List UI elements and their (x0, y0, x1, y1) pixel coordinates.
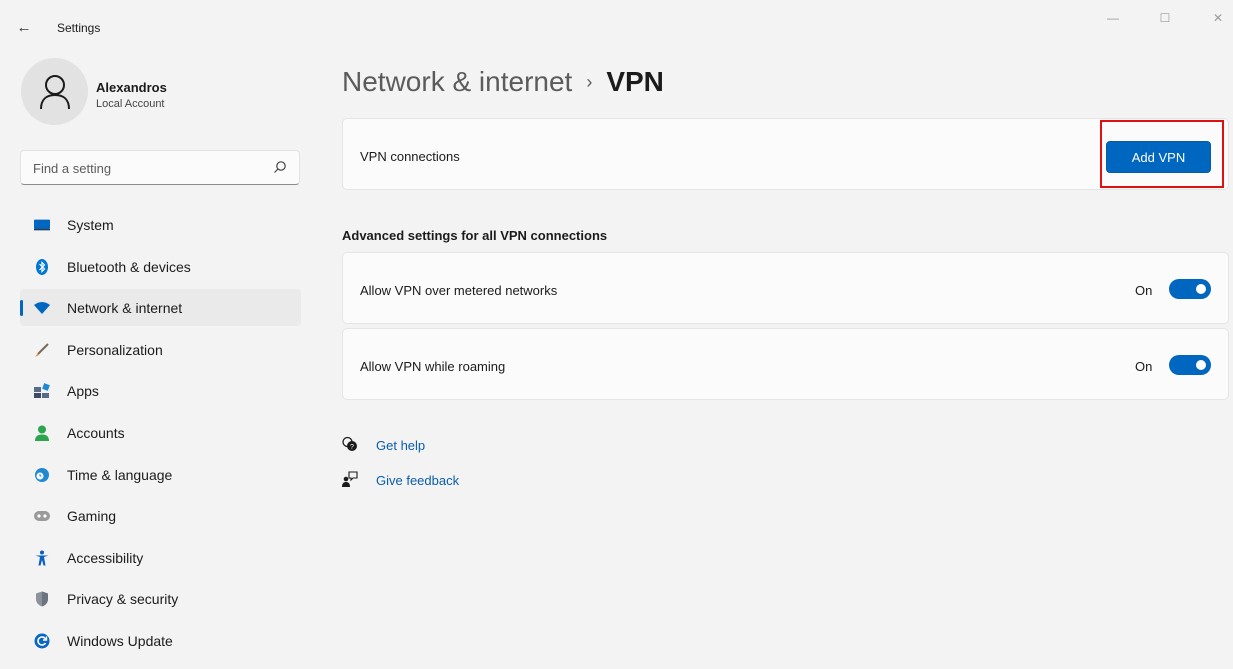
svg-text:?: ? (350, 444, 354, 451)
sidebar-item-label: Network & internet (67, 300, 183, 317)
user-icon (39, 74, 70, 109)
toggle-state-label: On (1135, 359, 1153, 374)
sidebar-item-label: Windows Update (67, 632, 173, 649)
sidebar-item-bluetooth[interactable]: Bluetooth & devices (20, 248, 301, 285)
roaming-label: Allow VPN while roaming (360, 359, 506, 374)
metered-networks-label: Allow VPN over metered networks (360, 283, 558, 298)
close-button[interactable]: ✕ (1203, 8, 1233, 28)
sidebar-nav: System Bluetooth & devices Network & int… (20, 206, 301, 664)
sidebar-item-label: System (67, 217, 114, 233)
app-title: Settings (57, 21, 101, 35)
sidebar-item-accessibility[interactable]: Accessibility (20, 539, 301, 576)
advanced-settings-heading: Advanced settings for all VPN connection… (342, 228, 608, 243)
minimize-button[interactable]: — (1098, 8, 1128, 28)
bluetooth-icon (34, 258, 50, 275)
sidebar-item-label: Accounts (67, 424, 125, 441)
sidebar-item-network[interactable]: Network & internet (20, 289, 301, 327)
sidebar-item-label: Bluetooth & devices (67, 258, 191, 275)
sidebar-item-privacy-security[interactable]: Privacy & security (20, 580, 301, 617)
back-arrow-icon: ← (16, 19, 32, 36)
sidebar-item-label: Gaming (67, 508, 117, 525)
sidebar-item-windows-update[interactable]: Windows Update (20, 622, 301, 659)
wifi-icon (34, 300, 50, 316)
search-icon[interactable] (273, 160, 287, 174)
get-help-label: Get help (376, 438, 426, 453)
feedback-icon (342, 471, 358, 487)
vpn-connections-card: VPN connections Add VPN (342, 118, 1229, 190)
sidebar-item-system[interactable]: System (20, 206, 301, 243)
add-vpn-button[interactable]: Add VPN (1106, 141, 1211, 173)
breadcrumb-parent[interactable]: Network & internet (342, 66, 572, 97)
search-box[interactable] (20, 150, 300, 185)
apps-icon (34, 383, 50, 399)
sidebar-item-personalization[interactable]: Personalization (20, 331, 301, 368)
toggle-knob (1196, 284, 1206, 294)
page-title: VPN (606, 66, 664, 97)
sidebar-item-label: Privacy & security (67, 591, 179, 608)
globe-clock-icon (34, 467, 50, 483)
toggle-state-label: On (1135, 283, 1153, 298)
maximize-button[interactable]: ☐ (1150, 8, 1180, 28)
active-indicator (20, 300, 23, 317)
breadcrumb: Network & internet › VPN (342, 66, 664, 98)
title-bar: ← Settings — ☐ ✕ (0, 0, 1233, 48)
sidebar-item-time-language[interactable]: Time & language (20, 456, 301, 493)
sidebar-item-accounts[interactable]: Accounts (20, 414, 301, 451)
avatar[interactable] (21, 58, 88, 125)
sidebar-item-label: Apps (67, 383, 99, 400)
give-feedback-label: Give feedback (376, 473, 460, 488)
sidebar-item-label: Personalization (67, 341, 163, 358)
roaming-toggle[interactable] (1169, 355, 1211, 375)
help-icon: ? (342, 436, 357, 451)
metered-networks-card: Allow VPN over metered networks On (342, 252, 1229, 324)
search-input[interactable] (33, 159, 263, 177)
sidebar-item-label: Accessibility (67, 549, 144, 566)
chevron-right-icon: › (586, 72, 593, 92)
accessibility-icon (34, 550, 50, 566)
back-button[interactable]: ← (14, 18, 34, 38)
update-icon (34, 633, 50, 649)
sidebar-item-apps[interactable]: Apps (20, 372, 301, 409)
brush-icon (34, 342, 50, 358)
metered-networks-toggle[interactable] (1169, 279, 1211, 299)
account-type: Local Account (96, 98, 165, 110)
shield-icon (34, 591, 50, 607)
system-icon (34, 217, 50, 233)
sidebar-item-label: Time & language (67, 466, 173, 483)
toggle-knob (1196, 360, 1206, 370)
roaming-card: Allow VPN while roaming On (342, 328, 1229, 400)
sidebar-item-gaming[interactable]: Gaming (20, 497, 301, 534)
gamepad-icon (34, 508, 50, 524)
accounts-icon (34, 425, 50, 441)
user-name: Alexandros (96, 80, 167, 95)
vpn-connections-label: VPN connections (360, 149, 460, 164)
